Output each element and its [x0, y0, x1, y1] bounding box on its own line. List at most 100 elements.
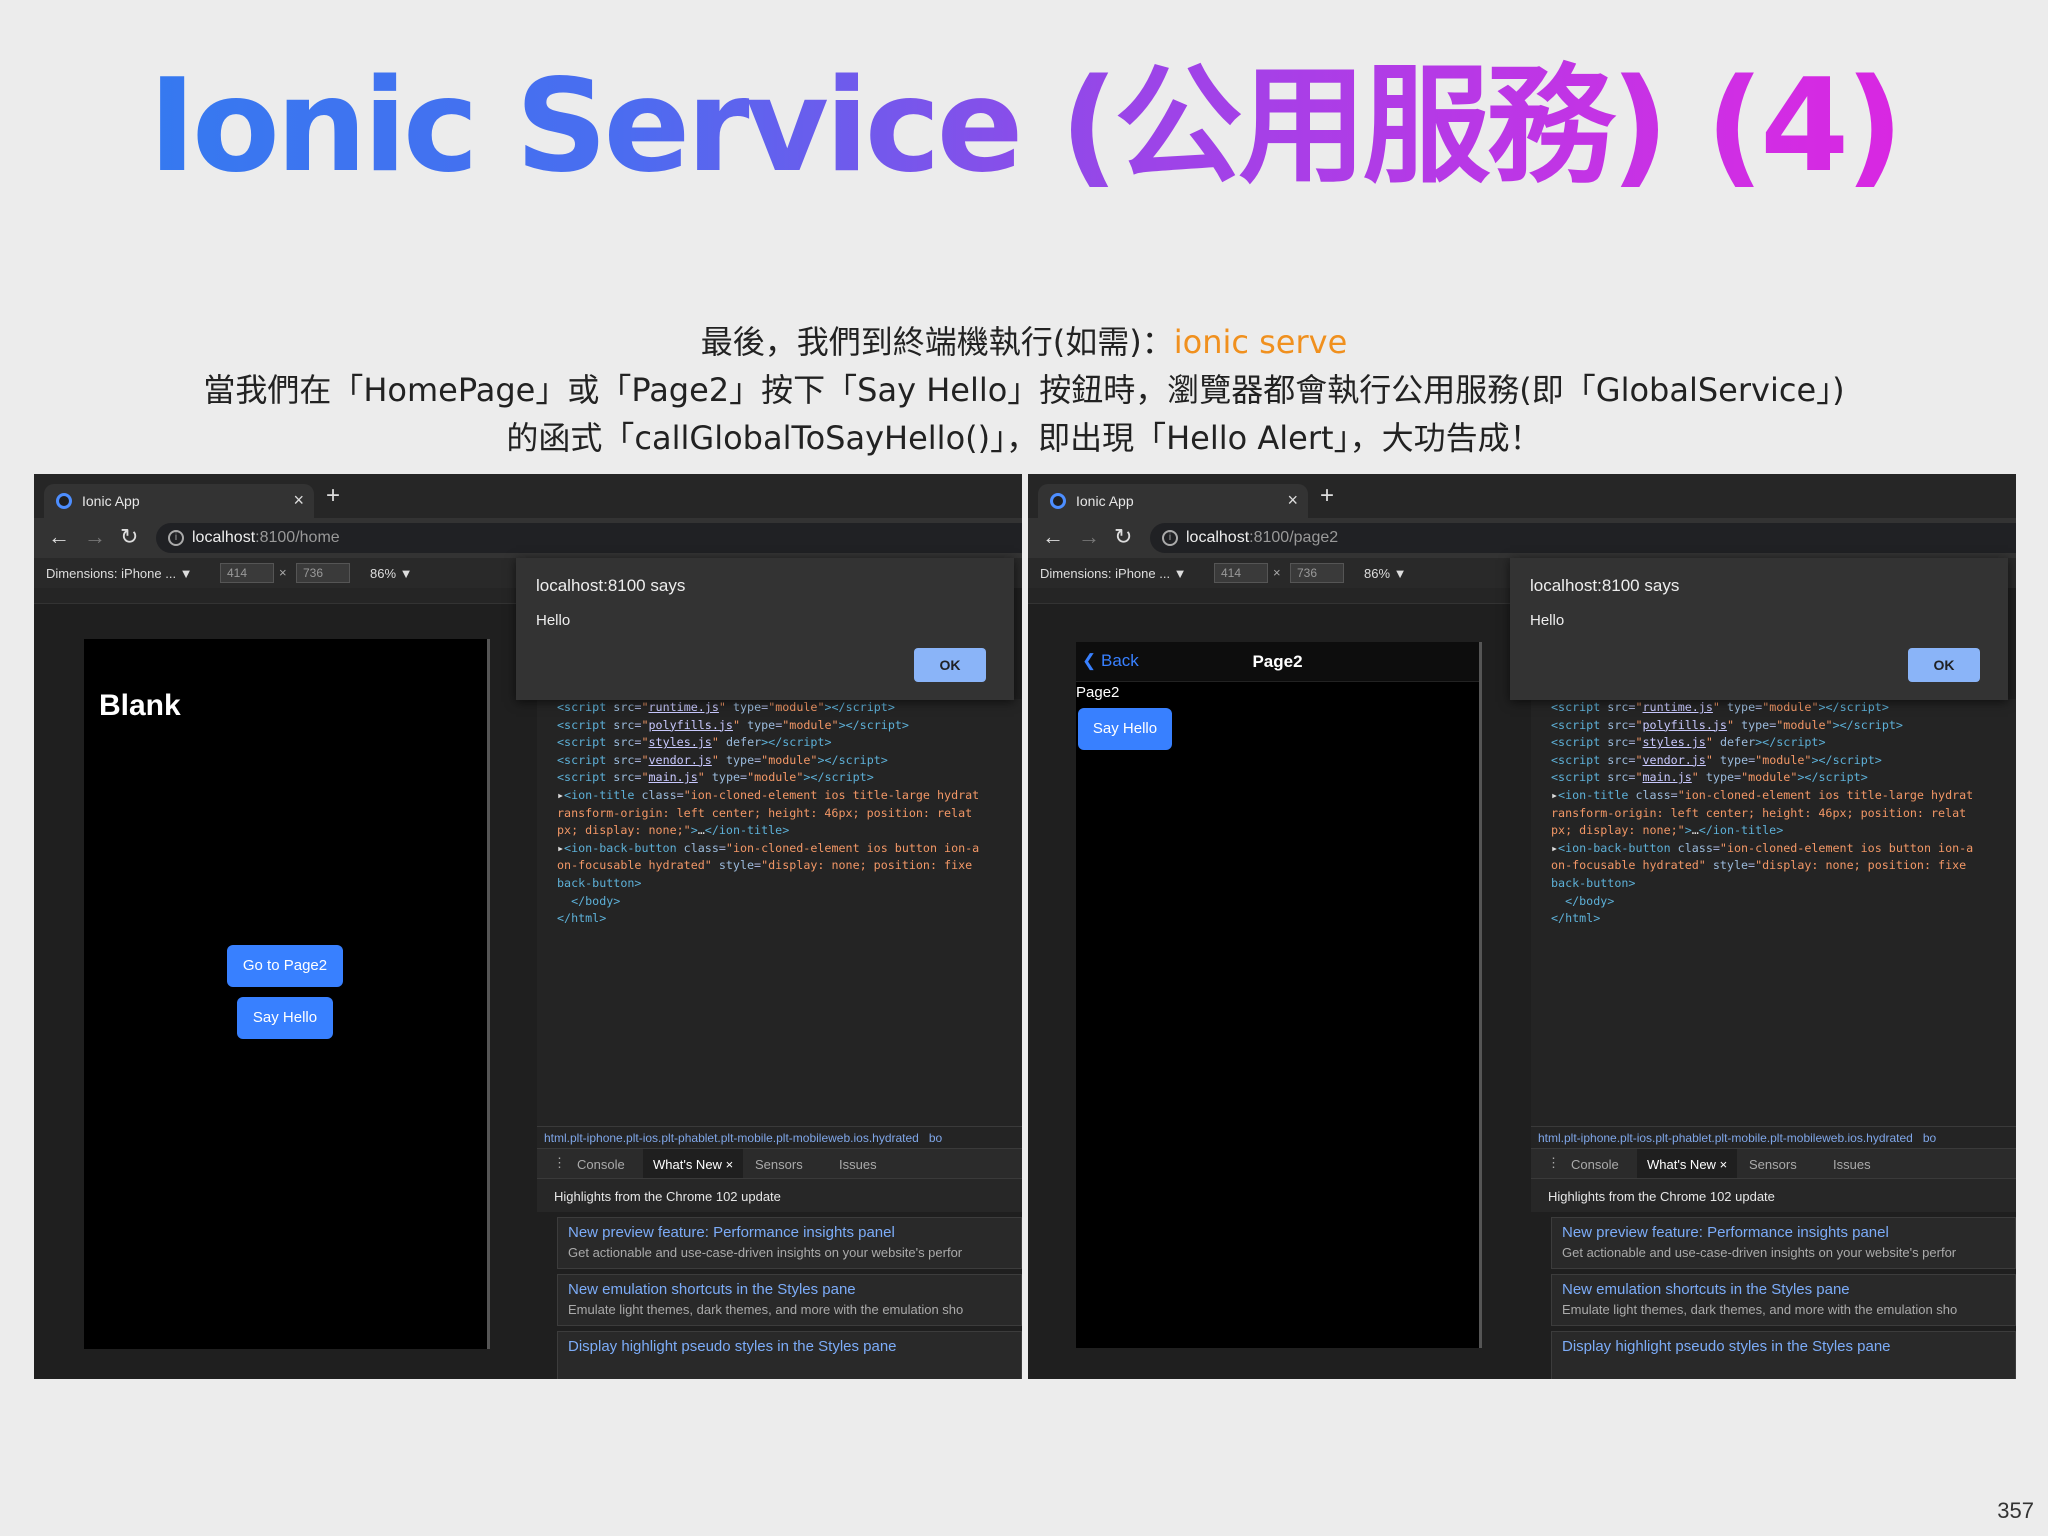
card-highlight-pseudo[interactable]: Display highlight pseudo styles in the S…	[557, 1331, 1022, 1379]
info-icon[interactable]: i	[168, 530, 184, 546]
card-title: Display highlight pseudo styles in the S…	[1562, 1338, 1891, 1355]
device-select[interactable]: Dimensions: iPhone ... ▼	[46, 566, 193, 581]
card-title: Display highlight pseudo styles in the S…	[568, 1338, 897, 1355]
elements-panel: <script src="runtime.js" type="module"><…	[537, 699, 1022, 1139]
card-emulation-shortcuts[interactable]: New emulation shortcuts in the Styles pa…	[557, 1274, 1022, 1326]
phone-viewport: ❮ Back Page2 Page2 Say Hello	[1076, 642, 1482, 1348]
tab-close-icon[interactable]: ×	[1720, 1157, 1728, 1172]
card-desc: Get actionable and use-case-driven insig…	[1562, 1245, 1957, 1260]
tab-console[interactable]: Console	[577, 1157, 625, 1172]
dimension-x: ×	[279, 565, 287, 580]
card-emulation-shortcuts[interactable]: New emulation shortcuts in the Styles pa…	[1551, 1274, 2016, 1326]
alert-dialog: localhost:8100 says Hello OK	[1510, 558, 2008, 700]
url-host: localhost	[192, 529, 256, 546]
tab-console[interactable]: Console	[1571, 1157, 1619, 1172]
highlights-heading: Highlights from the Chrome 102 update	[537, 1178, 1022, 1212]
card-performance-insights[interactable]: New preview feature: Performance insight…	[557, 1217, 1022, 1269]
card-title: New emulation shortcuts in the Styles pa…	[568, 1281, 856, 1298]
reload-icon[interactable]: ↻	[1114, 524, 1132, 550]
phone-viewport: Blank Go to Page2 Say Hello	[84, 639, 490, 1349]
browser-screenshot-page2: Ionic App × + ← → ↻ i localhost:8100/pag…	[1028, 474, 2016, 1379]
browser-tab[interactable]: Ionic App ×	[44, 484, 314, 518]
address-bar[interactable]: i localhost:8100/home	[156, 523, 1022, 553]
width-input[interactable]: 414	[220, 563, 274, 583]
card-highlight-pseudo[interactable]: Display highlight pseudo styles in the S…	[1551, 1331, 2016, 1379]
tab-issues[interactable]: Issues	[839, 1157, 877, 1172]
card-title: New preview feature: Performance insight…	[1562, 1224, 1889, 1241]
card-desc: Emulate light themes, dark themes, and m…	[1562, 1302, 1958, 1317]
whats-new-cards: New preview feature: Performance insight…	[1531, 1212, 2016, 1379]
tab-sensors[interactable]: Sensors	[1749, 1157, 1797, 1172]
url-path: :8100/page2	[1249, 529, 1339, 546]
go-to-page2-button[interactable]: Go to Page2	[227, 945, 343, 987]
forward-arrow-icon[interactable]: →	[1078, 524, 1100, 550]
forward-arrow-icon[interactable]: →	[84, 524, 106, 550]
tab-close-icon[interactable]: ×	[293, 490, 304, 511]
devtools-drawer-tabs: ⋮ Console What's New × Sensors Issues	[1531, 1148, 2016, 1179]
info-icon[interactable]: i	[1162, 530, 1178, 546]
height-input[interactable]: 736	[1290, 563, 1344, 583]
dom-breadcrumbs[interactable]: html.plt-iphone.plt-ios.plt-phablet.plt-…	[537, 1126, 1022, 1148]
crumbs-text: html.plt-iphone.plt-ios.plt-phablet.plt-…	[1538, 1131, 1913, 1145]
dom-breadcrumbs[interactable]: html.plt-iphone.plt-ios.plt-phablet.plt-…	[1531, 1126, 2016, 1148]
address-bar[interactable]: i localhost:8100/page2	[1150, 523, 2016, 553]
tab-whats-new-label: What's New	[1647, 1157, 1716, 1172]
zoom-select[interactable]: 86% ▼	[370, 566, 413, 581]
tab-strip: Ionic App × +	[1028, 474, 2016, 518]
browser-toolbar: ← → ↻ i localhost:8100/home	[34, 518, 1022, 558]
ionic-favicon-icon	[56, 493, 72, 509]
dom-source: <script src="runtime.js" type="module"><…	[1551, 700, 1974, 926]
new-tab-icon[interactable]: +	[1320, 482, 1334, 510]
alert-dialog: localhost:8100 says Hello OK	[516, 558, 1014, 700]
device-ruler	[1028, 588, 1528, 604]
slide-title: Ionic Service (公用服務) (4)	[0, 52, 2048, 202]
card-title: New emulation shortcuts in the Styles pa…	[1562, 1281, 1850, 1298]
say-hello-button[interactable]: Say Hello	[1078, 708, 1172, 750]
new-tab-icon[interactable]: +	[326, 482, 340, 510]
ionic-favicon-icon	[1050, 493, 1066, 509]
tab-close-icon[interactable]: ×	[726, 1157, 734, 1172]
say-hello-button[interactable]: Say Hello	[237, 997, 333, 1039]
card-desc: Emulate light themes, dark themes, and m…	[568, 1302, 964, 1317]
elements-panel: <script src="runtime.js" type="module"><…	[1531, 699, 2016, 1139]
desc-line-1: 最後，我們到終端機執行(如需)：ionic serve	[0, 318, 2048, 366]
card-desc: Get actionable and use-case-driven insig…	[568, 1245, 963, 1260]
browser-tab[interactable]: Ionic App ×	[1038, 484, 1308, 518]
tab-close-icon[interactable]: ×	[1287, 490, 1298, 511]
page-title-blank: Blank	[99, 689, 181, 722]
tab-issues[interactable]: Issues	[1833, 1157, 1871, 1172]
card-title: New preview feature: Performance insight…	[568, 1224, 895, 1241]
tab-strip: Ionic App × +	[34, 474, 1022, 518]
back-arrow-icon[interactable]: ←	[1042, 524, 1064, 550]
card-performance-insights[interactable]: New preview feature: Performance insight…	[1551, 1217, 2016, 1269]
width-input[interactable]: 414	[1214, 563, 1268, 583]
browser-toolbar: ← → ↻ i localhost:8100/page2	[1028, 518, 2016, 558]
tab-whats-new[interactable]: What's New ×	[643, 1149, 743, 1179]
back-arrow-icon[interactable]: ←	[48, 524, 70, 550]
dialog-ok-button[interactable]: OK	[914, 648, 986, 682]
page2-header: ❮ Back Page2	[1076, 642, 1479, 682]
dialog-message: Hello	[1530, 612, 1565, 629]
highlights-heading: Highlights from the Chrome 102 update	[1531, 1178, 2016, 1212]
tab-title: Ionic App	[82, 493, 140, 509]
slide-description: 最後，我們到終端機執行(如需)：ionic serve 當我們在「HomePag…	[0, 318, 2048, 462]
reload-icon[interactable]: ↻	[120, 524, 138, 550]
ionic-serve-command: ionic serve	[1173, 323, 1348, 361]
tab-whats-new[interactable]: What's New ×	[1637, 1149, 1737, 1179]
page2-label: Page2	[1076, 684, 1120, 701]
tab-title: Ionic App	[1076, 493, 1134, 509]
dialog-ok-button[interactable]: OK	[1908, 648, 1980, 682]
crumbs-tail: bo	[928, 1131, 943, 1145]
tab-whats-new-label: What's New	[653, 1157, 722, 1172]
height-input[interactable]: 736	[296, 563, 350, 583]
page-number: 357	[1997, 1498, 2034, 1523]
dialog-message: Hello	[536, 612, 571, 629]
dialog-title: localhost:8100 says	[1530, 576, 1680, 595]
desc-line-1-text: 最後，我們到終端機執行(如需)：	[700, 323, 1174, 361]
more-menu-icon[interactable]: ⋮	[553, 1155, 566, 1171]
more-menu-icon[interactable]: ⋮	[1547, 1155, 1560, 1171]
zoom-select[interactable]: 86% ▼	[1364, 566, 1407, 581]
crumbs-tail: bo	[1922, 1131, 1937, 1145]
tab-sensors[interactable]: Sensors	[755, 1157, 803, 1172]
device-select[interactable]: Dimensions: iPhone ... ▼	[1040, 566, 1187, 581]
